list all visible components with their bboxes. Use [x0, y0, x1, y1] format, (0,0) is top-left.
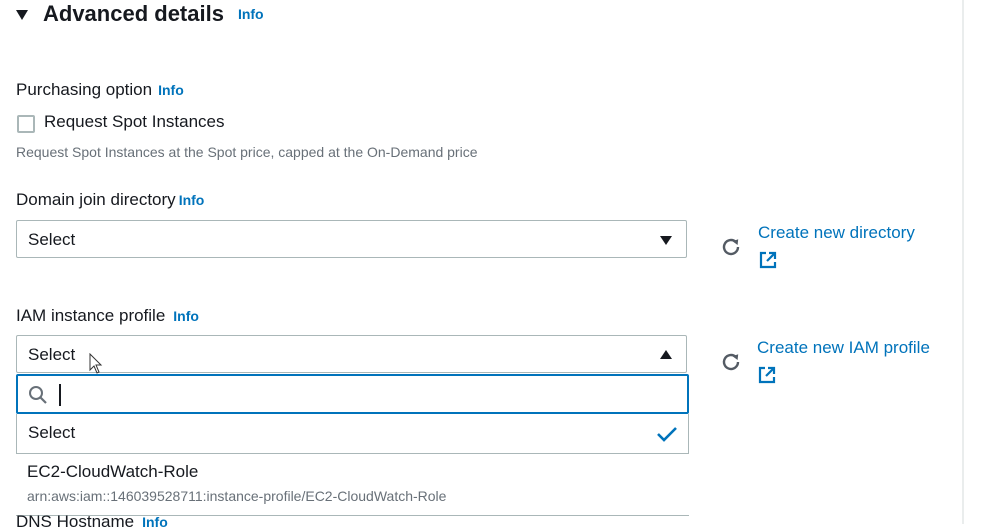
- caret-down-icon: [660, 236, 672, 245]
- iam-info-link[interactable]: Info: [173, 308, 199, 324]
- check-icon: [657, 427, 677, 442]
- external-link-icon[interactable]: [758, 250, 778, 270]
- domain-join-text: Domain join directory: [16, 190, 176, 209]
- dns-hostname-label: DNS Hostname Info: [16, 512, 168, 532]
- domain-select-value: Select: [28, 230, 76, 249]
- iam-select-value: Select: [28, 345, 76, 364]
- text-cursor: [59, 384, 61, 406]
- domain-join-label: Domain join directory Info: [16, 190, 204, 210]
- domain-info-link[interactable]: Info: [179, 192, 205, 208]
- iam-search-input[interactable]: [16, 374, 689, 414]
- info-link[interactable]: Info: [238, 6, 264, 22]
- option-label: Select: [28, 423, 76, 442]
- advanced-details-header[interactable]: Advanced details Info: [16, 0, 264, 28]
- caret-down-icon[interactable]: [16, 10, 28, 20]
- dropdown-option-select[interactable]: Select: [16, 414, 689, 454]
- iam-profile-label: IAM instance profile Info: [16, 306, 199, 326]
- create-iam-profile-link[interactable]: Create new IAM profile: [757, 338, 930, 358]
- refresh-icon[interactable]: [719, 235, 743, 259]
- dns-info-link[interactable]: Info: [142, 514, 168, 530]
- mouse-cursor-icon: [89, 353, 103, 374]
- spot-instances-label[interactable]: Request Spot Instances: [44, 112, 225, 132]
- purchasing-info-link[interactable]: Info: [158, 82, 184, 98]
- search-icon: [29, 386, 47, 404]
- spot-instances-checkbox[interactable]: [17, 115, 35, 133]
- dropdown-option-role[interactable]: EC2-CloudWatch-Role arn:aws:iam::1460395…: [16, 454, 689, 516]
- external-link-icon[interactable]: [757, 365, 777, 385]
- purchasing-option-label: Purchasing option Info: [16, 80, 184, 100]
- page-divider: [962, 0, 964, 524]
- domain-join-select[interactable]: Select: [16, 220, 687, 258]
- section-title: Advanced details: [43, 1, 224, 26]
- purchasing-option-text: Purchasing option: [16, 80, 153, 99]
- spot-instances-description: Request Spot Instances at the Spot price…: [16, 144, 478, 160]
- iam-profile-select[interactable]: Select: [16, 335, 687, 373]
- dns-hostname-text: DNS Hostname: [16, 512, 135, 531]
- iam-profile-text: IAM instance profile: [16, 306, 166, 325]
- create-directory-link[interactable]: Create new directory: [758, 223, 915, 243]
- option-label: EC2-CloudWatch-Role: [27, 462, 199, 481]
- caret-up-icon: [660, 350, 672, 359]
- refresh-icon[interactable]: [719, 350, 743, 374]
- option-arn: arn:aws:iam::146039528711:instance-profi…: [27, 488, 447, 504]
